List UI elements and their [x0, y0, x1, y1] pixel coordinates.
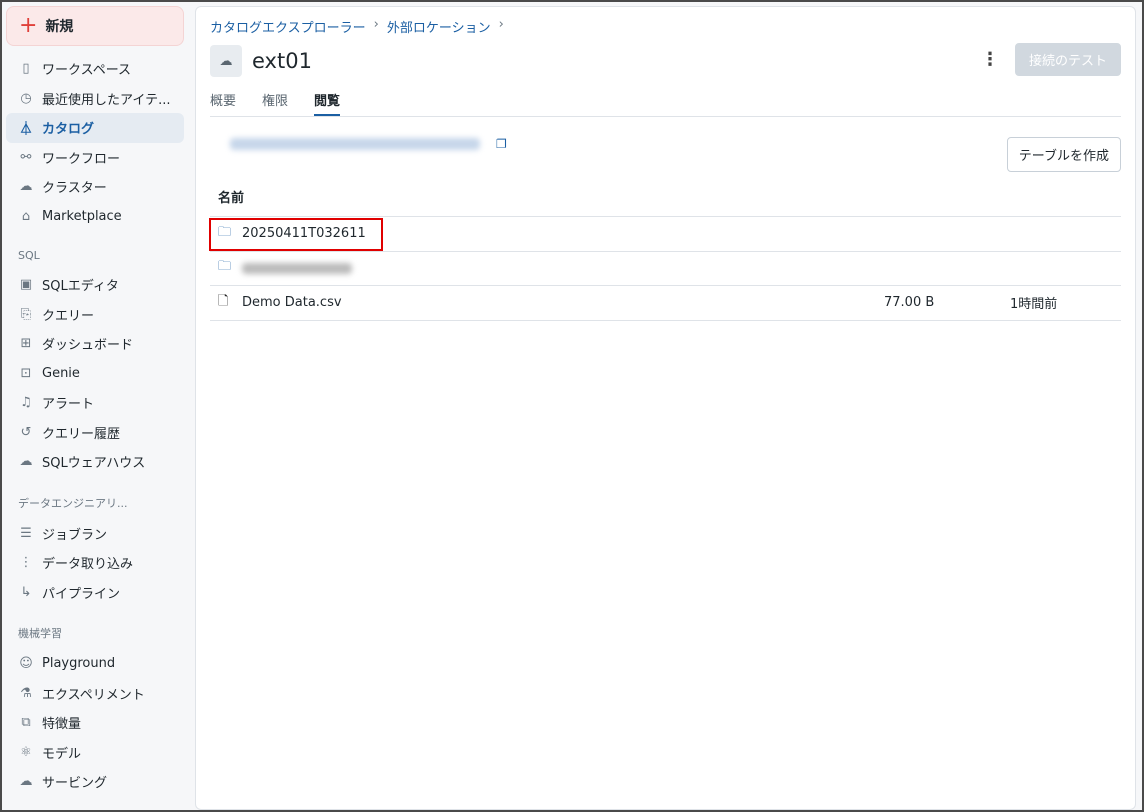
- sidebar-item-label: 最近使用したアイテ...: [42, 92, 171, 108]
- sidebar-item-label: カタログ: [42, 122, 95, 138]
- sidebar-item-label: クエリー: [42, 308, 95, 324]
- sidebar-item-label: ワークフロー: [42, 151, 121, 167]
- sidebar-item-label: アラート: [42, 397, 95, 413]
- sidebar-item-pipelines[interactable]: ↳ パイプライン: [6, 578, 184, 608]
- sidebar-item-models[interactable]: ⚛ モデル: [6, 738, 184, 768]
- dashboard-icon: ⊞: [20, 336, 32, 352]
- row-modified: 1時間前: [1010, 297, 1058, 313]
- create-table-button[interactable]: テーブルを作成: [1006, 137, 1121, 172]
- location-url-redacted: [230, 138, 480, 150]
- sidebar-item-playground[interactable]: ☺ Playground: [6, 649, 184, 679]
- sidebar-item-label: 特徴量: [42, 717, 82, 733]
- row-size: 77.00 B: [884, 295, 935, 311]
- robot-icon: ☺: [19, 656, 33, 672]
- sidebar-item-label: ダッシュボード: [42, 338, 134, 354]
- file-icon: 🗋: [218, 293, 229, 309]
- sidebar-item-experiments[interactable]: ⚗ エクスペリメント: [6, 679, 184, 709]
- sidebar-item-label: ワークスペース: [42, 63, 132, 79]
- sidebar-item-job-runs[interactable]: ☰ ジョブラン: [6, 519, 184, 549]
- test-connection-button[interactable]: 接続のテスト: [1014, 43, 1121, 76]
- cloud-icon: ☁: [19, 179, 33, 195]
- sidebar-item-genie[interactable]: ⊡ Genie: [6, 359, 184, 389]
- sidebar-item-query-history[interactable]: ↺ クエリー履歴: [6, 418, 184, 448]
- section-heading-data-engineering: データエンジニアリ...: [18, 496, 128, 510]
- table-row[interactable]: 🗀 20250411T032611: [209, 217, 1121, 252]
- sidebar-item-catalog[interactable]: ⏃ カタログ: [6, 113, 184, 143]
- workspace-icon: ▯: [22, 61, 30, 77]
- table-row[interactable]: 🗋 Demo Data.csv 77.00 B 1時間前: [210, 286, 1121, 321]
- sidebar-item-serving[interactable]: ☁ サービング: [6, 767, 184, 797]
- query-icon: ⎘: [20, 306, 32, 322]
- sidebar-item-label: Playground: [42, 656, 116, 672]
- cloud-key-icon: ☁: [210, 45, 242, 77]
- chevron-right-icon: ›: [498, 17, 504, 32]
- sidebar-item-features[interactable]: ⧉ 特徴量: [6, 708, 184, 738]
- sidebar-item-label: Genie: [42, 365, 80, 381]
- sidebar-item-data-ingestion[interactable]: ⋮ データ取り込み: [6, 548, 184, 578]
- main-panel: カタログエクスプローラー › 外部ロケーション › ☁ ext01 ⋮ 接続のテスト…: [195, 6, 1136, 810]
- pipeline-icon: ↳: [20, 584, 32, 600]
- table-row[interactable]: 🗀: [210, 252, 1121, 286]
- sidebar-item-label: SQLエディタ: [42, 279, 119, 295]
- bell-icon: ♫: [20, 395, 32, 411]
- new-button[interactable]: + 新規: [6, 6, 184, 46]
- sidebar-item-alerts[interactable]: ♫ アラート: [6, 388, 184, 418]
- sidebar-item-recents[interactable]: ◷ 最近使用したアイテ...: [6, 84, 184, 114]
- sidebar-item-marketplace[interactable]: ⌂ Marketplace: [6, 202, 184, 232]
- workflow-icon: ⚯: [20, 149, 32, 165]
- sidebar-item-cluster[interactable]: ☁ クラスター: [6, 172, 184, 202]
- history-icon: ↺: [20, 424, 32, 440]
- row-name-redacted: [242, 262, 352, 274]
- sidebar-item-label: データ取り込み: [42, 557, 134, 573]
- tabs: 概要 権限 閲覧: [210, 90, 1121, 117]
- sidebar-item-label: クラスター: [42, 181, 107, 197]
- highlight-box: [209, 218, 383, 251]
- catalog-icon: ⏃: [19, 122, 33, 138]
- sidebar-item-sql-warehouses[interactable]: ☁ SQLウェアハウス: [6, 447, 184, 477]
- clock-icon: ◷: [20, 90, 32, 106]
- sidebar-item-label: クエリー履歴: [42, 426, 121, 442]
- store-icon: ⌂: [21, 208, 31, 224]
- sidebar-item-queries[interactable]: ⎘ クエリー: [6, 300, 184, 330]
- breadcrumb: カタログエクスプローラー › 外部ロケーション ›: [210, 17, 1121, 36]
- page-title: ext01: [252, 49, 312, 73]
- new-label: 新規: [45, 19, 74, 35]
- feature-icon: ⧉: [21, 715, 31, 731]
- chevron-right-icon: ›: [373, 17, 379, 32]
- editor-icon: ▣: [19, 277, 33, 293]
- sidebar-item-workflow[interactable]: ⚯ ワークフロー: [6, 143, 184, 173]
- sidebar-item-label: モデル: [42, 746, 82, 762]
- serving-icon: ☁: [19, 774, 33, 790]
- breadcrumb-external-locations[interactable]: 外部ロケーション: [387, 17, 491, 36]
- model-icon: ⚛: [20, 744, 32, 760]
- sidebar-item-dashboards[interactable]: ⊞ ダッシュボード: [6, 329, 184, 359]
- more-options-icon[interactable]: ⋮: [981, 49, 999, 70]
- sidebar-item-label: パイプライン: [42, 586, 121, 602]
- list-icon: ☰: [20, 525, 32, 541]
- folder-icon: 🗀: [218, 259, 232, 275]
- sidebar-item-workspace[interactable]: ▯ ワークスペース: [6, 54, 184, 84]
- app-window: + 新規 ▯ ワークスペース ◷ 最近使用したアイテ... ⏃ カタログ ⚯ ワークフロー…: [2, 2, 1142, 810]
- flask-icon: ⚗: [20, 685, 32, 701]
- sidebar-item-label: サービング: [42, 776, 108, 792]
- row-name[interactable]: Demo Data.csv: [242, 295, 342, 310]
- sidebar: + 新規 ▯ ワークスペース ◷ 最近使用したアイテ... ⏃ カタログ ⚯ ワークフロー…: [2, 2, 195, 810]
- tab-overview[interactable]: 概要: [210, 90, 236, 116]
- column-header-name[interactable]: 名前: [210, 169, 1121, 217]
- sidebar-item-label: エクスペリメント: [42, 687, 145, 703]
- tab-permissions[interactable]: 権限: [262, 90, 288, 116]
- section-heading-ml: 機械学習: [18, 627, 62, 640]
- genie-icon: ⊡: [20, 365, 32, 381]
- ingest-icon: ⋮: [19, 555, 33, 571]
- sidebar-item-sql-editor[interactable]: ▣ SQLエディタ: [6, 270, 184, 300]
- section-heading-sql: SQL: [18, 249, 40, 262]
- warehouse-icon: ☁: [19, 454, 33, 470]
- tab-browse[interactable]: 閲覧: [314, 90, 341, 116]
- plus-icon: +: [19, 13, 38, 38]
- sidebar-item-label: ジョブラン: [42, 527, 108, 543]
- copy-icon[interactable]: ❐: [496, 137, 507, 151]
- sidebar-item-label: SQLウェアハウス: [42, 456, 146, 472]
- sidebar-item-label: Marketplace: [42, 208, 122, 224]
- breadcrumb-catalog-explorer[interactable]: カタログエクスプローラー: [210, 17, 366, 36]
